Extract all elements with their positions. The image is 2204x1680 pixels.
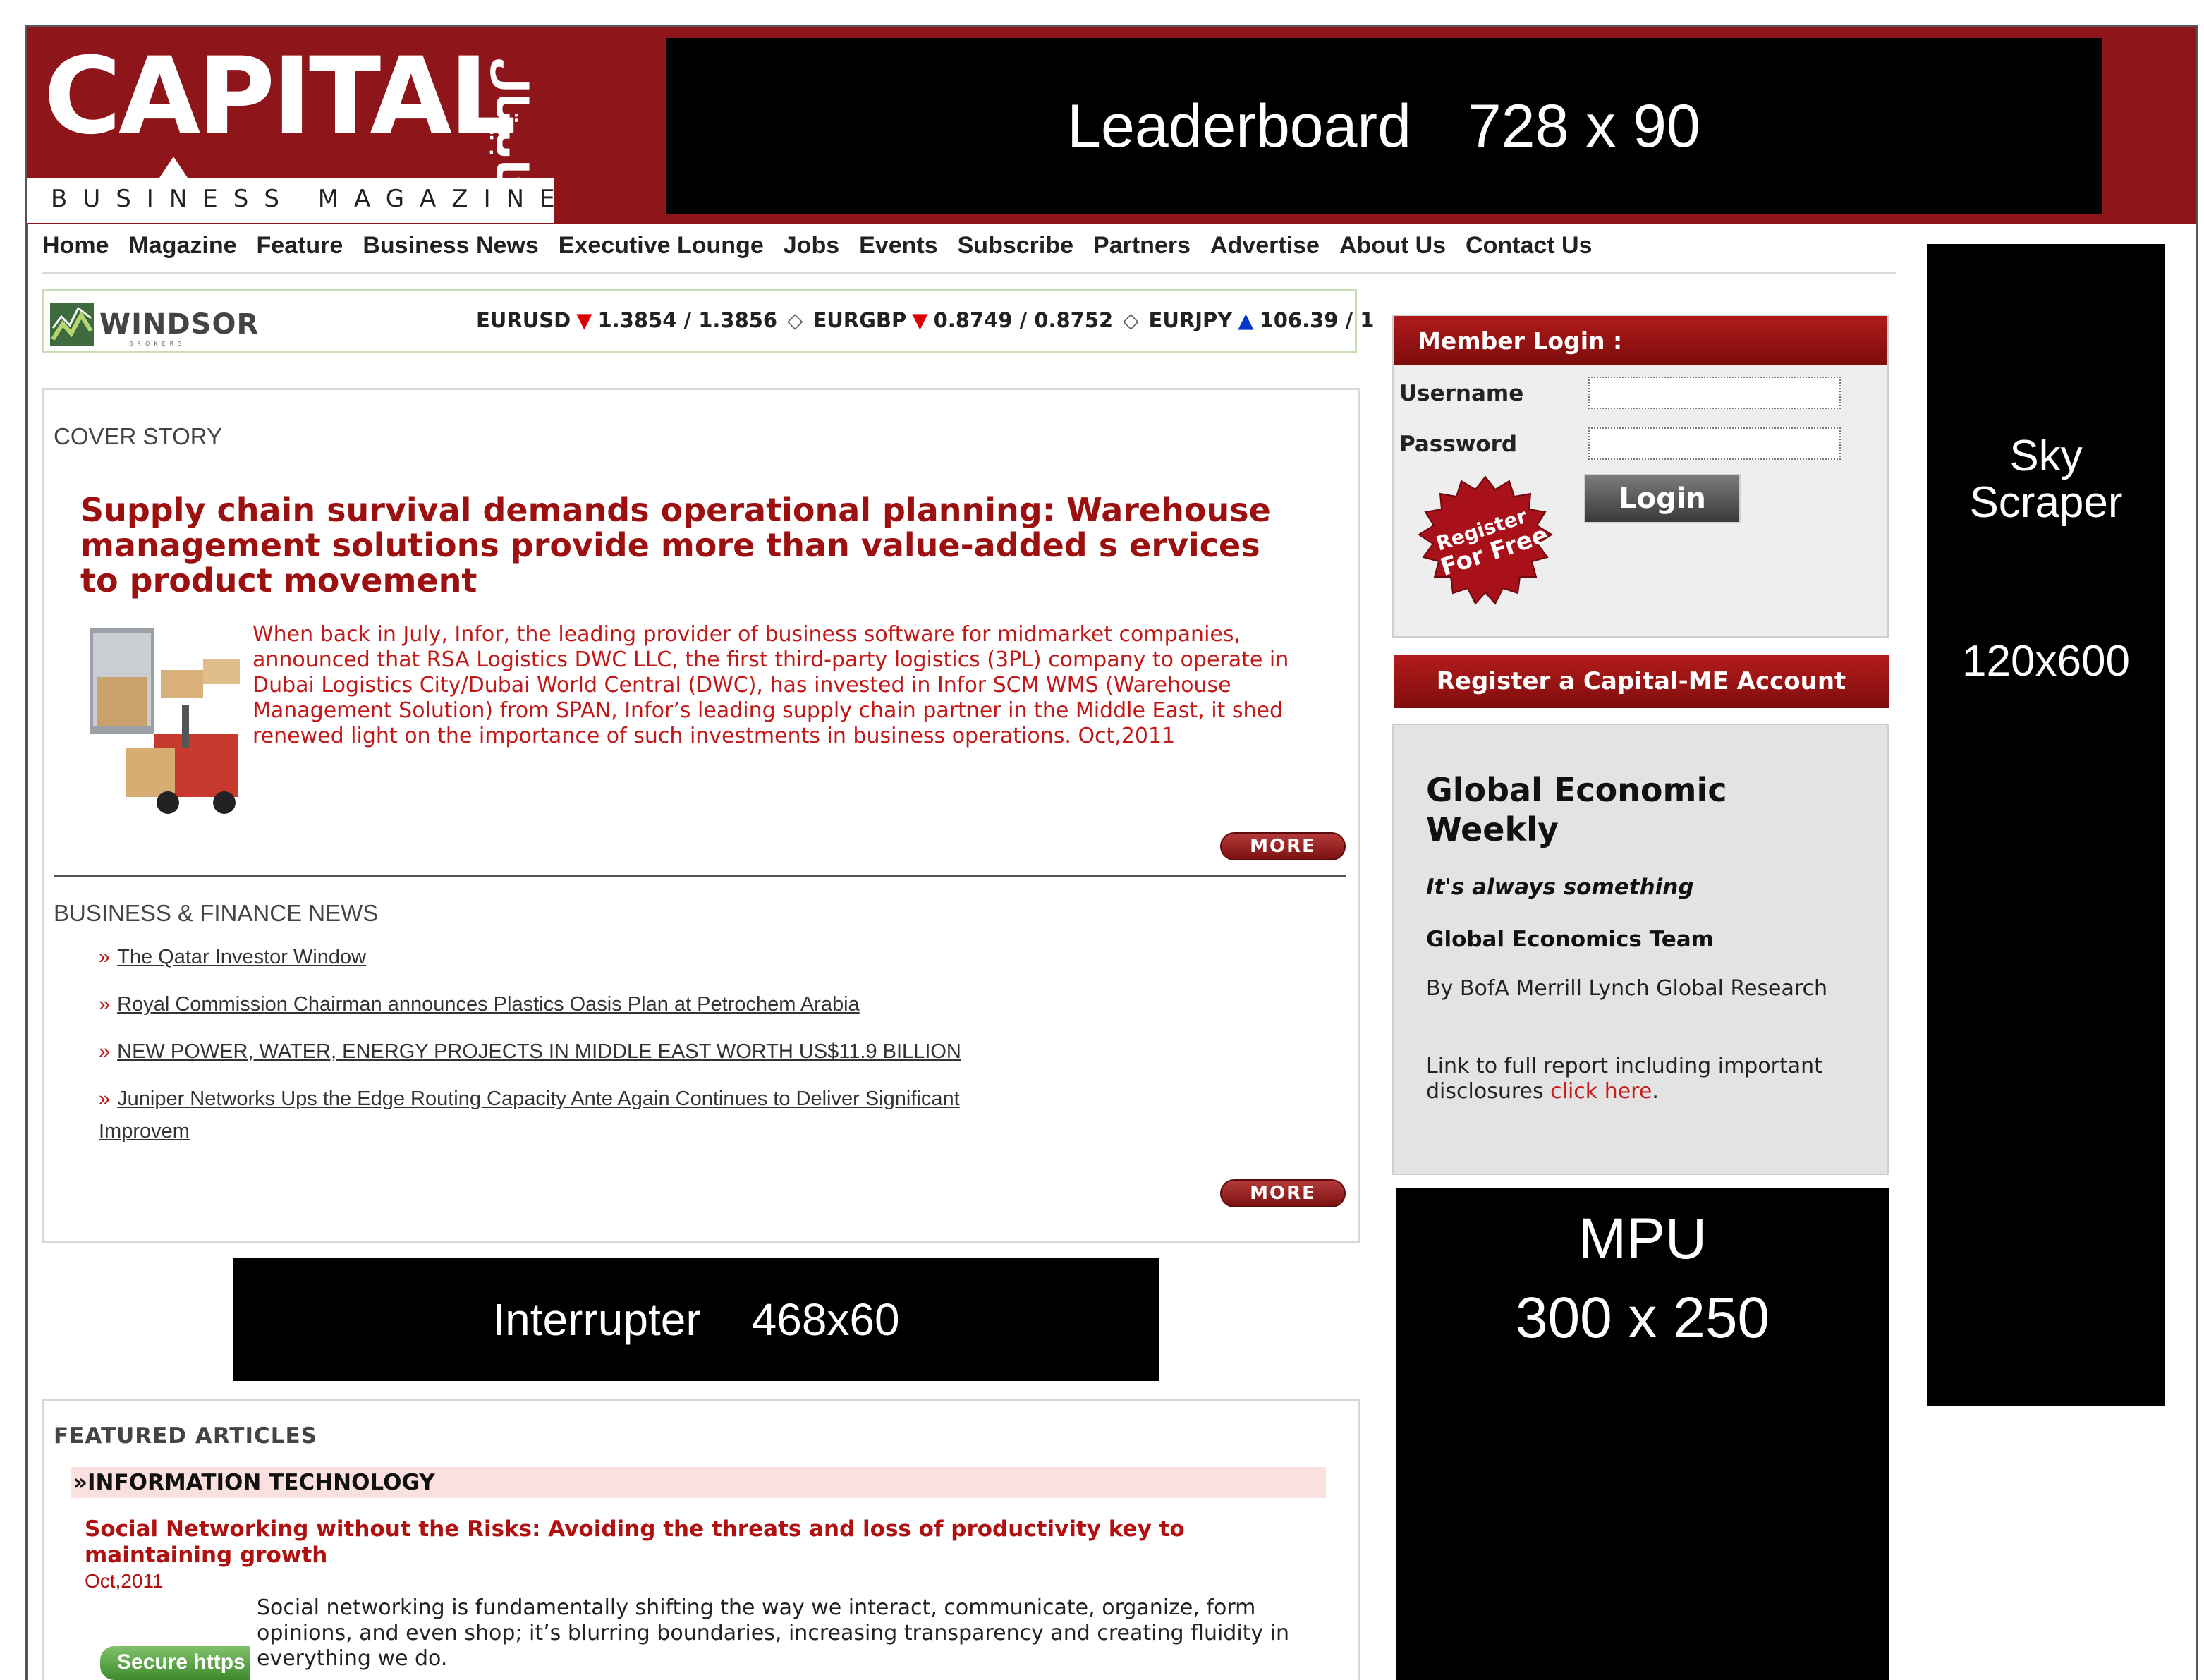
nav-item-events[interactable]: Events (859, 232, 938, 260)
news-link[interactable]: The Qatar Investor Window (117, 946, 366, 968)
currency-ticker: WINDSOR BROKERS EURUSD ▼ 1.3854 / 1.3856… (42, 289, 1374, 353)
nav-item-magazine[interactable]: Magazine (128, 232, 236, 260)
register-free-seal[interactable]: Register For Free (1401, 474, 1570, 622)
register-account-button[interactable]: Register a Capital-ME Account (1394, 655, 1889, 708)
click-here-link[interactable]: click here (1550, 1079, 1652, 1104)
category-bar[interactable]: »INFORMATION TECHNOLOGY (71, 1467, 1326, 1498)
nav-item-subscribe[interactable]: Subscribe (958, 232, 1073, 260)
windsor-logo[interactable]: WINDSOR BROKERS (50, 303, 262, 347)
nav-item-home[interactable]: Home (42, 232, 109, 260)
windsor-logo-icon (50, 303, 94, 346)
nav-item-business-news[interactable]: Business News (363, 232, 538, 260)
logo-notch (159, 157, 188, 178)
logo-subtitle: BUSINESS MAGAZINE (51, 185, 571, 213)
skyscraper-size: 120x600 (1962, 637, 2130, 686)
section-divider (54, 875, 1346, 877)
featured-article-body: Social networking is fundamentally shift… (257, 1595, 1290, 1671)
global-economic-title: Global Economic Weekly (1426, 771, 1727, 848)
news-link[interactable]: Royal Commission Chairman announces Plas… (117, 993, 860, 1016)
mpu-ad[interactable]: MPU 300 x 250 (1396, 1188, 1889, 1680)
business-news-label: BUSINESS & FINANCE NEWS (54, 900, 379, 926)
link-suffix: . (1652, 1079, 1659, 1104)
nav-item-feature[interactable]: Feature (257, 232, 343, 260)
featured-article-date: Oct,2011 (85, 1570, 164, 1592)
news-item: » The Qatar Investor Window (99, 941, 366, 973)
nav-item-executive-lounge[interactable]: Executive Lounge (559, 232, 764, 260)
featured-article-title[interactable]: Social Networking without the Risks: Avo… (85, 1516, 1298, 1569)
global-economic-link-text: Link to full report including important … (1426, 1054, 1877, 1104)
nav-item-jobs[interactable]: Jobs (784, 232, 839, 260)
rate-pair-eurjpy: EURJPY (1148, 308, 1233, 332)
news-link[interactable]: Juniper Networks Ups the Edge Routing Ca… (99, 1088, 960, 1143)
cover-story-image[interactable] (90, 628, 245, 817)
news-link[interactable]: NEW POWER, WATER, ENERGY PROJECTS IN MID… (117, 1040, 961, 1063)
news-item: » Juniper Networks Ups the Edge Routing C… (99, 1083, 1016, 1148)
interrupter-size: 468x60 (751, 1294, 900, 1345)
arrow-down-icon: ▼ (576, 308, 592, 332)
nav-item-partners[interactable]: Partners (1093, 232, 1191, 260)
mpu-size: 300 x 250 (1515, 1286, 1770, 1350)
ticker-rates: EURUSD ▼ 1.3854 / 1.3856 ◇ EURGBP ▼ 0.87… (476, 308, 1374, 332)
skyscraper-ad[interactable]: Sky Scraper 120x600 (1927, 244, 2165, 1406)
windsor-brand-sub: BROKERS (129, 341, 186, 347)
separator-icon: ◇ (787, 308, 803, 332)
arrow-down-icon: ▼ (912, 308, 928, 332)
leaderboard-size: 728 x 90 (1467, 92, 1700, 160)
featured-articles-label: FEATURED ARTICLES (54, 1423, 317, 1449)
global-economic-byline: By BofA Merrill Lynch Global Research (1426, 976, 1828, 1001)
leaderboard-ad[interactable]: Leaderboard 728 x 90 (666, 38, 2102, 214)
bullet-icon: » (99, 1088, 111, 1110)
rate-value-eurjpy: 106.39 / 1 (1259, 308, 1375, 332)
global-economic-tagline: It's always something (1426, 875, 1694, 900)
interrupter-name: Interrupter (492, 1294, 701, 1345)
login-button[interactable]: Login (1584, 474, 1741, 523)
interrupter-ad[interactable]: Interrupter 468x60 (233, 1258, 1159, 1381)
cover-story-label: COVER STORY (54, 423, 223, 449)
featured-article-image[interactable]: Secure https (100, 1646, 250, 1680)
skyscraper-line2: Scraper (1969, 478, 2123, 527)
secure-badge-text: Secure https (117, 1650, 245, 1674)
nav-item-about-us[interactable]: About Us (1339, 232, 1446, 260)
bullet-icon: » (99, 993, 111, 1016)
news-item: » NEW POWER, WATER, ENERGY PROJECTS IN MI… (99, 1035, 961, 1068)
arrow-up-icon: ▲ (1238, 308, 1254, 332)
site-logo[interactable]: CAPITAL (44, 44, 516, 150)
password-input[interactable] (1588, 427, 1841, 460)
password-label: Password (1399, 432, 1518, 457)
skyscraper-line1: Sky (2009, 432, 2083, 480)
nav-divider (42, 272, 1896, 274)
windsor-brand: WINDSOR (99, 308, 260, 341)
username-input[interactable] (1588, 377, 1841, 409)
business-news-more-button[interactable]: MORE (1220, 1179, 1346, 1207)
main-nav: Home Magazine Feature Business News Exec… (42, 226, 1612, 265)
leaderboard-name: Leaderboard (1067, 92, 1411, 160)
rate-pair-eurgbp: EURGBP (812, 308, 907, 332)
separator-icon: ◇ (1123, 308, 1139, 332)
cover-story-title[interactable]: Supply chain survival demands operationa… (80, 492, 1293, 598)
news-item: » Royal Commission Chairman announces Pla… (99, 988, 860, 1021)
global-economic-team: Global Economics Team (1426, 927, 1714, 952)
nav-item-contact-us[interactable]: Contact Us (1466, 232, 1592, 260)
rate-pair-eurusd: EURUSD (476, 308, 571, 332)
nav-item-advertise[interactable]: Advertise (1210, 232, 1320, 260)
bullet-icon: » (99, 1040, 111, 1063)
username-label: Username (1399, 381, 1524, 406)
rate-value-eurgbp: 0.8749 / 0.8752 (933, 308, 1114, 332)
member-login-heading: Member Login : (1418, 327, 1623, 355)
skyscraper-title: Sky Scraper (1927, 433, 2165, 526)
bullet-icon: » (99, 946, 111, 968)
mpu-name: MPU (1578, 1207, 1707, 1271)
cover-story-body: When back in July, Infor, the leading pr… (252, 622, 1289, 748)
cover-more-button[interactable]: MORE (1220, 832, 1346, 860)
rate-value-eurusd: 1.3854 / 1.3856 (597, 308, 778, 332)
